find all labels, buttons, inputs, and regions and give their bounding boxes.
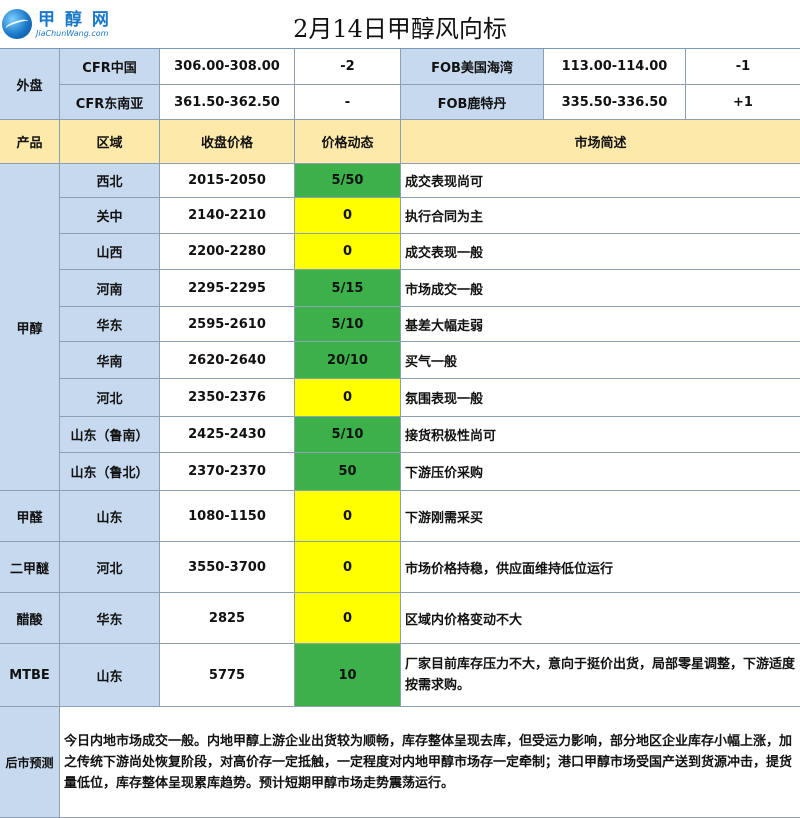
external-price-fob-usgulf: 113.00-114.00 [544, 49, 686, 85]
price-cell: 2595-2610 [160, 307, 295, 342]
price-cell: 2350-2376 [160, 379, 295, 417]
change-cell: 0 [295, 234, 401, 270]
price-cell: 2140-2210 [160, 198, 295, 234]
external-price-cfr-china: 306.00-308.00 [160, 49, 295, 85]
region-cell: 西北 [60, 164, 160, 198]
price-cell: 2200-2280 [160, 234, 295, 270]
sheet-header: 甲 醇 网 JiaChunWang.com 2月14日甲醇风向标 [0, 0, 800, 49]
external-change-fob-rotterdam: +1 [686, 85, 800, 120]
forecast-label: 后市预测 [0, 707, 60, 818]
change-cell: 5/10 [295, 417, 401, 453]
summary-cell: 区域内价格变动不大 [401, 593, 800, 644]
price-cell: 2825 [160, 593, 295, 644]
change-cell: 5/10 [295, 307, 401, 342]
product-label-dme: 二甲醚 [0, 542, 60, 593]
external-change-cfr-china: -2 [295, 49, 401, 85]
product-label-formaldehyde: 甲醛 [0, 491, 60, 542]
page-title: 2月14日甲醇风向标 [293, 15, 507, 43]
product-label-mtbe: MTBE [0, 644, 60, 707]
forecast-text: 今日内地市场成交一般。内地甲醇上游企业出货较为顺畅，库存整体呈现去库，但受运力影… [60, 707, 800, 818]
summary-cell: 市场价格持稳，供应面维持低位运行 [401, 542, 800, 593]
summary-cell: 买气一般 [401, 342, 800, 379]
summary-cell: 下游压价采购 [401, 453, 800, 491]
price-cell: 2015-2050 [160, 164, 295, 198]
region-cell: 华南 [60, 342, 160, 379]
external-name-fob-usgulf: FOB美国海湾 [401, 49, 544, 85]
header-close-price: 收盘价格 [160, 120, 295, 164]
region-cell: 山东 [60, 644, 160, 707]
price-cell: 2295-2295 [160, 270, 295, 307]
summary-cell: 市场成交一般 [401, 270, 800, 307]
price-cell: 2425-2430 [160, 417, 295, 453]
region-cell: 河南 [60, 270, 160, 307]
header-price-change: 价格动态 [295, 120, 401, 164]
change-cell: 0 [295, 491, 401, 542]
product-label-acetic-acid: 醋酸 [0, 593, 60, 644]
change-cell: 50 [295, 453, 401, 491]
summary-cell: 下游刚需采买 [401, 491, 800, 542]
region-cell: 河北 [60, 379, 160, 417]
external-name-cfr-china: CFR中国 [60, 49, 160, 85]
change-cell: 0 [295, 542, 401, 593]
price-cell: 3550-3700 [160, 542, 295, 593]
summary-cell: 成交表现尚可 [401, 164, 800, 198]
summary-cell: 氛围表现一般 [401, 379, 800, 417]
external-price-fob-rotterdam: 335.50-336.50 [544, 85, 686, 120]
header-product: 产品 [0, 120, 60, 164]
change-cell: 0 [295, 198, 401, 234]
change-cell: 10 [295, 644, 401, 707]
header-market-summary: 市场简述 [401, 120, 800, 164]
region-cell: 山东（鲁北） [60, 453, 160, 491]
external-change-cfr-sea: - [295, 85, 401, 120]
region-cell: 华东 [60, 593, 160, 644]
region-cell: 河北 [60, 542, 160, 593]
change-cell: 0 [295, 379, 401, 417]
price-cell: 2370-2370 [160, 453, 295, 491]
external-name-fob-rotterdam: FOB鹿特丹 [401, 85, 544, 120]
external-change-fob-usgulf: -1 [686, 49, 800, 85]
price-cell: 2620-2640 [160, 342, 295, 379]
external-price-cfr-sea: 361.50-362.50 [160, 85, 295, 120]
region-cell: 山东 [60, 491, 160, 542]
product-label-methanol: 甲醇 [0, 164, 60, 491]
header-region: 区域 [60, 120, 160, 164]
external-name-cfr-sea: CFR东南亚 [60, 85, 160, 120]
price-cell: 1080-1150 [160, 491, 295, 542]
region-cell: 山东（鲁南） [60, 417, 160, 453]
price-cell: 5775 [160, 644, 295, 707]
summary-cell: 接货积极性尚可 [401, 417, 800, 453]
change-cell: 0 [295, 593, 401, 644]
summary-cell: 基差大幅走弱 [401, 307, 800, 342]
external-market-label: 外盘 [0, 49, 60, 120]
region-cell: 华东 [60, 307, 160, 342]
region-cell: 山西 [60, 234, 160, 270]
change-cell: 5/50 [295, 164, 401, 198]
change-cell: 20/10 [295, 342, 401, 379]
summary-cell: 执行合同为主 [401, 198, 800, 234]
summary-cell: 厂家目前库存压力不大，意向于挺价出货，局部零星调整，下游适度按需求购。 [401, 644, 800, 707]
change-cell: 5/15 [295, 270, 401, 307]
summary-cell: 成交表现一般 [401, 234, 800, 270]
region-cell: 关中 [60, 198, 160, 234]
methanol-indicator-sheet: 甲 醇 网 JiaChunWang.com 2月14日甲醇风向标 外盘 CFR中… [0, 0, 800, 818]
